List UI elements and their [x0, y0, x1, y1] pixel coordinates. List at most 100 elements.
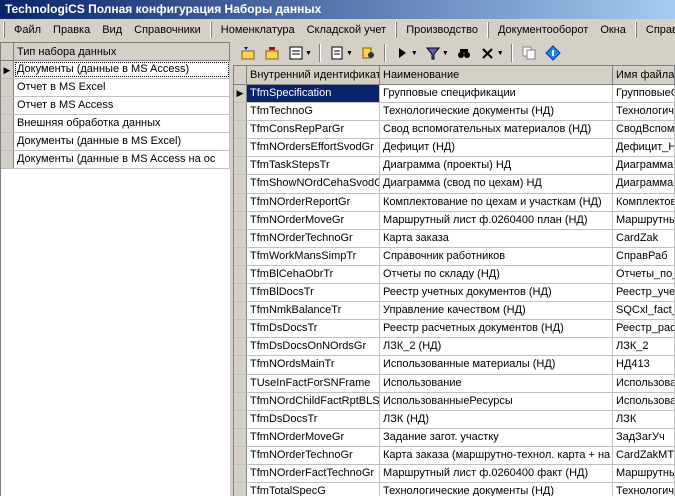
filter-icon[interactable]	[422, 43, 444, 63]
column-header-name[interactable]: Наименование	[380, 66, 613, 84]
menu-docflow[interactable]: Документооборот	[492, 20, 594, 40]
chevron-down-icon[interactable]: ▼	[442, 50, 449, 57]
menu-file[interactable]: Файл	[8, 20, 47, 40]
table-row[interactable]: TfmNOrdersEffortSvodGr Дефицит (НД) Дефици…	[234, 139, 675, 158]
table-row[interactable]: TfmNOrdChildFactRptBLS ИспользованныеРесу…	[234, 392, 675, 411]
copy-icon[interactable]	[518, 43, 540, 63]
table-cell[interactable]: Карта заказа	[380, 229, 613, 247]
table-cell[interactable]: Карта заказа (маршрутно-технол. карта + …	[380, 446, 613, 464]
menu-nomenclature[interactable]: Номенклатура	[215, 20, 301, 40]
table-cell[interactable]: Диаграмма	[613, 175, 675, 193]
table-cell[interactable]: TfmBlDocsTr	[247, 284, 380, 302]
table-row[interactable]: Документы (данные в MS Excel)	[1, 133, 230, 151]
table-cell[interactable]: TfmShowNOrdCehaSvodG	[247, 175, 380, 193]
table-cell[interactable]: Документы (данные в MS Excel)	[14, 133, 230, 150]
table-row[interactable]: Отчет в MS Excel	[1, 79, 230, 97]
table-cell[interactable]: TfmDsDocsTr	[247, 320, 380, 338]
table-row[interactable]: TfmNOrderTechnoGr Карта заказа (маршрутно…	[234, 446, 675, 465]
chevron-down-icon[interactable]: ▼	[411, 50, 418, 57]
table-row[interactable]: TfmDsDocsTr Реестр расчетных документов (…	[234, 320, 675, 339]
table-cell[interactable]: Групповые спецификации	[380, 85, 613, 103]
table-row[interactable]: TUseInFactForSNFrame Использование Использ…	[234, 374, 675, 393]
table-row[interactable]: TfmWorkMansSimpTr Справочник работников Сп…	[234, 247, 675, 266]
table-cell[interactable]: Свод вспомогательных материалов (НД)	[380, 121, 613, 139]
table-cell[interactable]: Отчеты_по_	[613, 265, 675, 284]
table-cell[interactable]: TfmNOrderMoveGr	[247, 211, 380, 229]
properties-icon[interactable]	[542, 43, 564, 63]
menu-grip[interactable]	[486, 22, 489, 38]
table-row[interactable]: TfmTaskStepsTr Диаграмма (проекты) НД Диаг…	[234, 157, 675, 176]
table-cell[interactable]: Технологиче	[613, 483, 675, 496]
table-cell[interactable]: Дефицит (НД)	[380, 139, 613, 157]
table-cell[interactable]: TfmConsRepParGr	[247, 121, 380, 139]
table-cell[interactable]: TfmNOrderTechnoGr	[247, 229, 380, 247]
table-cell[interactable]: Маршрутный лист ф.0260400 план (НД)	[380, 211, 613, 229]
table-cell[interactable]: SQCxl_fact_	[613, 302, 675, 320]
table-row[interactable]: Внешняя обработка данных	[1, 115, 230, 133]
table-cell[interactable]: TfmNmkBalanceTr	[247, 302, 380, 320]
settings-icon[interactable]	[477, 43, 499, 63]
table-cell[interactable]: TfmDsDocsOnNOrdsGr	[247, 338, 380, 356]
table-cell[interactable]: Документы (данные в MS Access)	[14, 61, 230, 78]
table-cell[interactable]: Отчеты по складу (НД)	[380, 265, 613, 284]
table-row[interactable]: TfmBlCehaObrTr Отчеты по складу (НД) Отчет…	[234, 265, 675, 285]
column-header-file-name[interactable]: Имя файла	[613, 66, 675, 84]
table-cell[interactable]: Использование	[380, 374, 613, 392]
table-cell[interactable]: Дефицит_Н	[613, 139, 675, 157]
table-cell[interactable]: TfmWorkMansSimpTr	[247, 247, 380, 265]
table-cell[interactable]: TfmTotalSpecG	[247, 483, 380, 496]
chevron-down-icon[interactable]: ▼	[305, 50, 312, 57]
table-cell[interactable]: Комплектов	[613, 193, 675, 211]
table-row[interactable]: ▶ TfmSpecification Групповые спецификации Г…	[234, 85, 675, 104]
table-row[interactable]: TfmNOrderMoveGr Маршрутный лист ф.0260400…	[234, 211, 675, 230]
table-cell[interactable]: Отчет в MS Access	[14, 97, 230, 114]
menu-view[interactable]: Вид	[96, 20, 128, 40]
menu-grip[interactable]	[209, 22, 212, 38]
table-cell[interactable]: Диаграмма (проекты) НД	[380, 157, 613, 175]
table-row[interactable]: TfmNOrderMoveGr Задание загот. участку Зад…	[234, 428, 675, 447]
table-row[interactable]: Отчет в MS Access	[1, 97, 230, 115]
table-row[interactable]: TfmNOrdsMainTr Использованные материалы (…	[234, 356, 675, 375]
table-row[interactable]: TfmNOrderFactTechnoGr Маршрутный лист ф.0…	[234, 464, 675, 484]
tools-icon[interactable]	[357, 43, 379, 63]
table-cell[interactable]: Управление качеством (НД)	[380, 302, 613, 320]
table-cell[interactable]: Комплектование по цехам и участкам (НД)	[380, 193, 613, 211]
table-cell[interactable]: Маршрутный лист ф.0260400 факт (НД)	[380, 464, 613, 483]
menu-production[interactable]: Производство	[400, 20, 484, 40]
menu-grip[interactable]	[395, 22, 398, 38]
table-cell[interactable]: Документы (данные в MS Access на ос	[14, 151, 230, 168]
table-cell[interactable]: Использова	[613, 374, 675, 392]
table-cell[interactable]: CardZak	[613, 229, 675, 247]
table-cell[interactable]: Реестр учетных документов (НД)	[380, 284, 613, 302]
save-icon[interactable]	[285, 43, 307, 63]
table-cell[interactable]: TfmTaskStepsTr	[247, 157, 380, 175]
table-row[interactable]: Документы (данные в MS Access на ос	[1, 151, 230, 169]
table-cell[interactable]: СправРаб	[613, 247, 675, 265]
table-cell[interactable]: Внешняя обработка данных	[14, 115, 230, 132]
open-record-icon[interactable]	[261, 43, 283, 63]
table-cell[interactable]: CardZakMTK	[613, 446, 675, 464]
table-cell[interactable]: ЛЗК	[613, 410, 675, 428]
menu-grip[interactable]	[634, 22, 637, 38]
document-icon[interactable]	[326, 43, 348, 63]
table-row[interactable]: TfmNOrderReportGr Комплектование по цехам…	[234, 193, 675, 212]
table-cell[interactable]: TfmSpecification	[247, 85, 380, 103]
table-row[interactable]: TfmConsRepParGr Свод вспомогательных мате…	[234, 121, 675, 140]
table-row[interactable]: ▶ Документы (данные в MS Access)	[1, 61, 230, 79]
table-cell[interactable]: ГрупповыеС	[613, 85, 675, 103]
table-cell[interactable]: Реестр расчетных документов (НД)	[380, 320, 613, 338]
table-row[interactable]: TfmBlDocsTr Реестр учетных документов (НД…	[234, 284, 675, 303]
table-cell[interactable]: TfmNOrdersEffortSvodGr	[247, 139, 380, 157]
table-cell[interactable]: Диаграмма	[613, 157, 675, 175]
table-cell[interactable]: Справочник работников	[380, 247, 613, 265]
table-cell[interactable]: TfmTechnoG	[247, 103, 380, 121]
table-cell[interactable]: Реестр_уче	[613, 284, 675, 302]
table-cell[interactable]: Отчет в MS Excel	[14, 79, 230, 96]
table-cell[interactable]: Технологические документы (НД)	[380, 483, 613, 496]
table-cell[interactable]: Маршрутны	[613, 211, 675, 229]
run-icon[interactable]	[391, 43, 413, 63]
chevron-down-icon[interactable]: ▼	[497, 50, 504, 57]
table-cell[interactable]: Технологиче	[613, 103, 675, 121]
table-row[interactable]: TfmNOrderTechnoGr Карта заказа CardZak	[234, 229, 675, 248]
table-cell[interactable]: TfmNOrderMoveGr	[247, 428, 380, 446]
